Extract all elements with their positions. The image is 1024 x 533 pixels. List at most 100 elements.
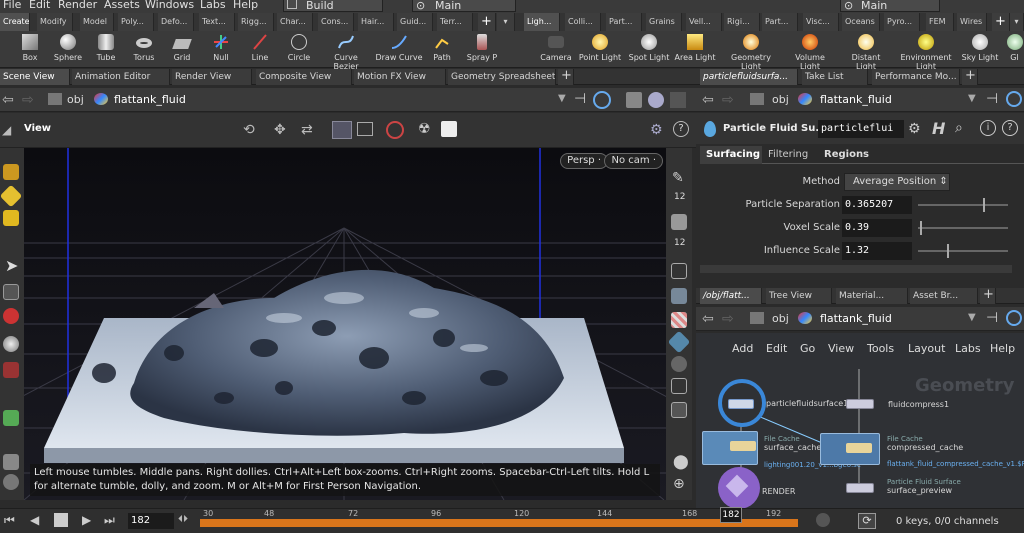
shelf-tab-rigging[interactable]: Rigg... bbox=[238, 13, 274, 31]
network-back-icon[interactable]: ⇦ bbox=[702, 311, 714, 327]
realtime-toggle-icon[interactable] bbox=[816, 513, 830, 527]
add-shelf-tab-right-button[interactable]: + bbox=[992, 13, 1010, 31]
tab-render-view[interactable]: Render View bbox=[172, 69, 252, 85]
shelf-tab-deform[interactable]: Defo... bbox=[158, 13, 194, 31]
shelf-tab-texture[interactable]: Text... bbox=[199, 13, 235, 31]
tab-asset-browser[interactable]: Asset Br... bbox=[910, 288, 978, 304]
menu-render[interactable]: Render bbox=[58, 0, 97, 11]
network-path-dropdown-icon[interactable]: ▼ bbox=[968, 312, 976, 323]
view-options-icon[interactable]: ⚙ bbox=[650, 122, 663, 138]
tab-scene-view[interactable]: Scene View bbox=[0, 69, 70, 85]
viewport-layout-icon[interactable] bbox=[670, 92, 686, 108]
scene-viewport[interactable]: Persp · No cam · Left mouse tumbles. Mid… bbox=[24, 148, 666, 500]
tool-spray-paint[interactable]: Spray P bbox=[460, 31, 504, 68]
network-pin-icon[interactable]: ⊣ bbox=[986, 310, 998, 326]
shelf-tab-menu-icon[interactable]: ▾ bbox=[497, 13, 515, 31]
move-tool-icon[interactable] bbox=[3, 308, 19, 324]
construction-plane-icon[interactable] bbox=[671, 288, 687, 304]
tool-distant-light[interactable]: Distant Light bbox=[844, 31, 888, 71]
menu-help[interactable]: Help bbox=[233, 0, 258, 11]
tool-area-light[interactable]: Area Light bbox=[673, 31, 717, 68]
play-forward-icon[interactable]: ▶ bbox=[82, 513, 91, 527]
shelf-tab-poly[interactable]: Poly... bbox=[118, 13, 154, 31]
desktop-dropdown[interactable]: Build bbox=[283, 0, 383, 12]
path-node[interactable]: flattank_fluid bbox=[114, 93, 186, 106]
tab-take-list[interactable]: Take List bbox=[802, 69, 868, 85]
keyframe-sync-icon[interactable]: ⟳ bbox=[858, 513, 876, 529]
tab-performance-monitor[interactable]: Performance Mo... bbox=[872, 69, 960, 85]
current-frame-field[interactable]: 182 bbox=[128, 513, 174, 529]
path-context[interactable]: obj bbox=[67, 93, 84, 106]
camera-menu[interactable]: No cam · bbox=[604, 153, 663, 169]
location-pin-icon[interactable]: ⬤ bbox=[673, 454, 689, 470]
slider-handle[interactable] bbox=[919, 221, 922, 235]
pose-tool-icon[interactable] bbox=[3, 210, 19, 226]
network-forward-icon[interactable]: ⇨ bbox=[722, 311, 734, 327]
frame-icon[interactable] bbox=[671, 378, 687, 394]
tool-geometry-light[interactable]: Geometry Light bbox=[728, 31, 774, 71]
tab-animation-editor[interactable]: Animation Editor bbox=[72, 69, 170, 85]
tab-filtering[interactable]: Filtering bbox=[762, 146, 818, 164]
tool-line[interactable]: Line bbox=[238, 31, 282, 68]
tool-spot-light[interactable]: Spot Light bbox=[627, 31, 671, 68]
shelf-tab-fem[interactable]: FEM bbox=[926, 13, 954, 31]
param-scroll-bar[interactable] bbox=[700, 265, 1012, 273]
dolly-icon[interactable]: ⇄ bbox=[301, 122, 313, 138]
step-icon[interactable]: ⏴⏵ bbox=[178, 514, 188, 525]
shelf-tab-oceans[interactable]: Oceans bbox=[842, 13, 880, 31]
pin-icon[interactable]: ⊣ bbox=[574, 91, 586, 107]
shelf-tab-terrain[interactable]: Terr... bbox=[437, 13, 473, 31]
handle-tool-icon[interactable] bbox=[0, 184, 23, 208]
shelf-tab-right-menu-icon[interactable]: ▾ bbox=[1010, 13, 1024, 31]
menu-assets[interactable]: Assets bbox=[104, 0, 140, 11]
info-icon[interactable]: i bbox=[980, 120, 996, 136]
shelf-tab-pyro[interactable]: Pyro... bbox=[884, 13, 920, 31]
shading-icon[interactable] bbox=[648, 92, 664, 108]
lock-icon[interactable] bbox=[3, 284, 19, 300]
back-icon[interactable]: ⇦ bbox=[2, 92, 14, 108]
shelf-tab-viscous[interactable]: Visc... bbox=[803, 13, 839, 31]
add-shelf-tab-button[interactable]: + bbox=[478, 13, 496, 31]
context-dropdown[interactable]: ⊙ Main bbox=[412, 0, 516, 12]
brush-tool-icon[interactable] bbox=[3, 410, 19, 426]
tab-surfacing[interactable]: Surfacing bbox=[700, 146, 762, 164]
camera-view-icon[interactable] bbox=[332, 121, 352, 139]
pencil-icon[interactable]: ✎ bbox=[672, 170, 684, 186]
network-path-context[interactable]: obj bbox=[772, 312, 789, 325]
add-network-tab-button[interactable]: + bbox=[980, 288, 996, 304]
shelf-tab-lights[interactable]: Ligh... bbox=[524, 13, 560, 31]
shelf-tab-guide[interactable]: Guid... bbox=[397, 13, 433, 31]
settings-gear-icon[interactable] bbox=[441, 121, 457, 137]
network-link-icon[interactable] bbox=[1006, 310, 1022, 326]
angle-snap-icon[interactable] bbox=[671, 263, 687, 279]
param-link-icon[interactable] bbox=[1006, 91, 1022, 107]
image-icon[interactable] bbox=[671, 402, 687, 418]
shelf-tab-particle-fluids[interactable]: Part... bbox=[762, 13, 798, 31]
surface-preview-node[interactable] bbox=[846, 483, 874, 493]
shelf-tab-particles[interactable]: Part... bbox=[606, 13, 642, 31]
tool-draw-curve[interactable]: Draw Curve bbox=[374, 31, 424, 68]
tab-composite-view[interactable]: Composite View bbox=[256, 69, 352, 85]
tool-sky-light[interactable]: Sky Light bbox=[958, 31, 1002, 68]
param-forward-icon[interactable]: ⇨ bbox=[722, 92, 734, 108]
path-dropdown-icon[interactable]: ▼ bbox=[558, 93, 566, 104]
stop-icon[interactable] bbox=[54, 513, 68, 527]
param-pin-icon[interactable]: ⊣ bbox=[986, 91, 998, 107]
hdk-icon[interactable]: H bbox=[932, 119, 945, 138]
tab-geometry-spreadsheet[interactable]: Geometry Spreadsheet bbox=[448, 69, 556, 85]
right-context-dropdown[interactable]: ⊙ Main bbox=[840, 0, 940, 12]
tool-path[interactable]: Path bbox=[420, 31, 464, 68]
snap-grid-icon[interactable] bbox=[671, 214, 687, 230]
tab-parameters[interactable]: particlefluidsurfa... bbox=[700, 69, 798, 85]
add-pane-tab-button[interactable]: + bbox=[558, 69, 574, 85]
forward-icon[interactable]: ⇨ bbox=[22, 92, 34, 108]
influence-scale-field[interactable]: 1.32 bbox=[842, 242, 912, 260]
shelf-tab-constraints[interactable]: Cons... bbox=[318, 13, 354, 31]
shelf-tab-vellum[interactable]: Vell... bbox=[686, 13, 722, 31]
particle-separation-field[interactable]: 0.365207 bbox=[842, 196, 912, 214]
fluidcompress-node[interactable] bbox=[846, 399, 874, 409]
light-toggle-icon[interactable]: ☢ bbox=[418, 121, 431, 137]
jump-end-icon[interactable]: ⏭ bbox=[104, 513, 115, 528]
timeline-playhead[interactable]: 182 bbox=[720, 507, 742, 523]
param-help-icon[interactable]: ? bbox=[1002, 120, 1018, 136]
